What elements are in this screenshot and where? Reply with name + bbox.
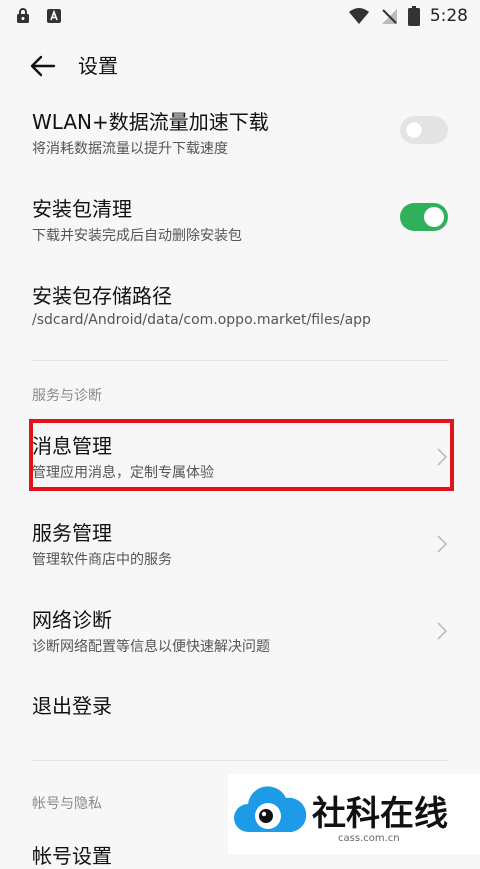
no-signal-icon [381, 9, 397, 24]
item-subtitle: 管理软件商店中的服务 [32, 552, 172, 568]
pkg-cleanup-toggle[interactable] [400, 203, 448, 231]
setting-pkg-path[interactable]: 安装包存储路径 /sdcard/Android/data/com.oppo.ma… [0, 280, 480, 366]
setting-subtitle: 将消耗数据流量以提升下载速度 [32, 141, 228, 157]
logout-label: 退出登录 [32, 694, 112, 718]
section-label-service-diag: 服务与诊断 [32, 388, 102, 404]
logout-item[interactable]: 退出登录 [0, 690, 480, 750]
highlight-box [29, 419, 454, 491]
section-label-account-privacy: 帐号与隐私 [32, 796, 102, 812]
watermark-url: cass.com.cn [338, 833, 400, 844]
setting-title: 安装包清理 [32, 197, 132, 221]
wifi-icon [348, 8, 369, 24]
back-arrow-icon[interactable] [28, 52, 58, 80]
item-title: 服务管理 [32, 521, 112, 545]
watermark: 社科在线 cass.com.cn [228, 774, 480, 854]
item-title: 帐号设置 [32, 844, 112, 868]
wlan-speed-toggle[interactable] [400, 116, 448, 144]
watermark-text: 社科在线 [312, 794, 448, 834]
setting-wlan-speed[interactable]: WLAN+数据流量加速下载 将消耗数据流量以提升下载速度 [0, 106, 480, 192]
lock-icon [17, 8, 29, 23]
status-bar: 5:28 [0, 0, 480, 34]
clock: 5:28 [429, 6, 468, 26]
setting-subtitle: 下载并安装完成后自动删除安装包 [32, 228, 242, 244]
item-title: 网络诊断 [32, 608, 112, 632]
app-bar: 设置 [0, 40, 480, 92]
setting-title: 安装包存储路径 [32, 284, 172, 308]
cloud-eye-logo-icon [234, 786, 306, 832]
divider [32, 760, 448, 761]
setting-title: WLAN+数据流量加速下载 [32, 110, 269, 134]
list-item-service-management[interactable]: 服务管理 管理软件商店中的服务 [0, 517, 480, 603]
chevron-right-icon [437, 622, 448, 640]
list-item-network-diagnosis[interactable]: 网络诊断 诊断网络配置等信息以便快速解决问题 [0, 604, 480, 690]
battery-icon [407, 6, 420, 26]
page-title: 设置 [78, 54, 118, 78]
setting-pkg-cleanup[interactable]: 安装包清理 下载并安装完成后自动删除安装包 [0, 193, 480, 279]
app-store-icon [47, 9, 61, 23]
chevron-right-icon [437, 535, 448, 553]
toggle-knob [406, 122, 422, 138]
item-subtitle: 诊断网络配置等信息以便快速解决问题 [32, 639, 270, 655]
toggle-knob [424, 207, 444, 227]
divider [32, 360, 448, 361]
setting-subtitle: /sdcard/Android/data/com.oppo.market/fil… [32, 312, 371, 328]
